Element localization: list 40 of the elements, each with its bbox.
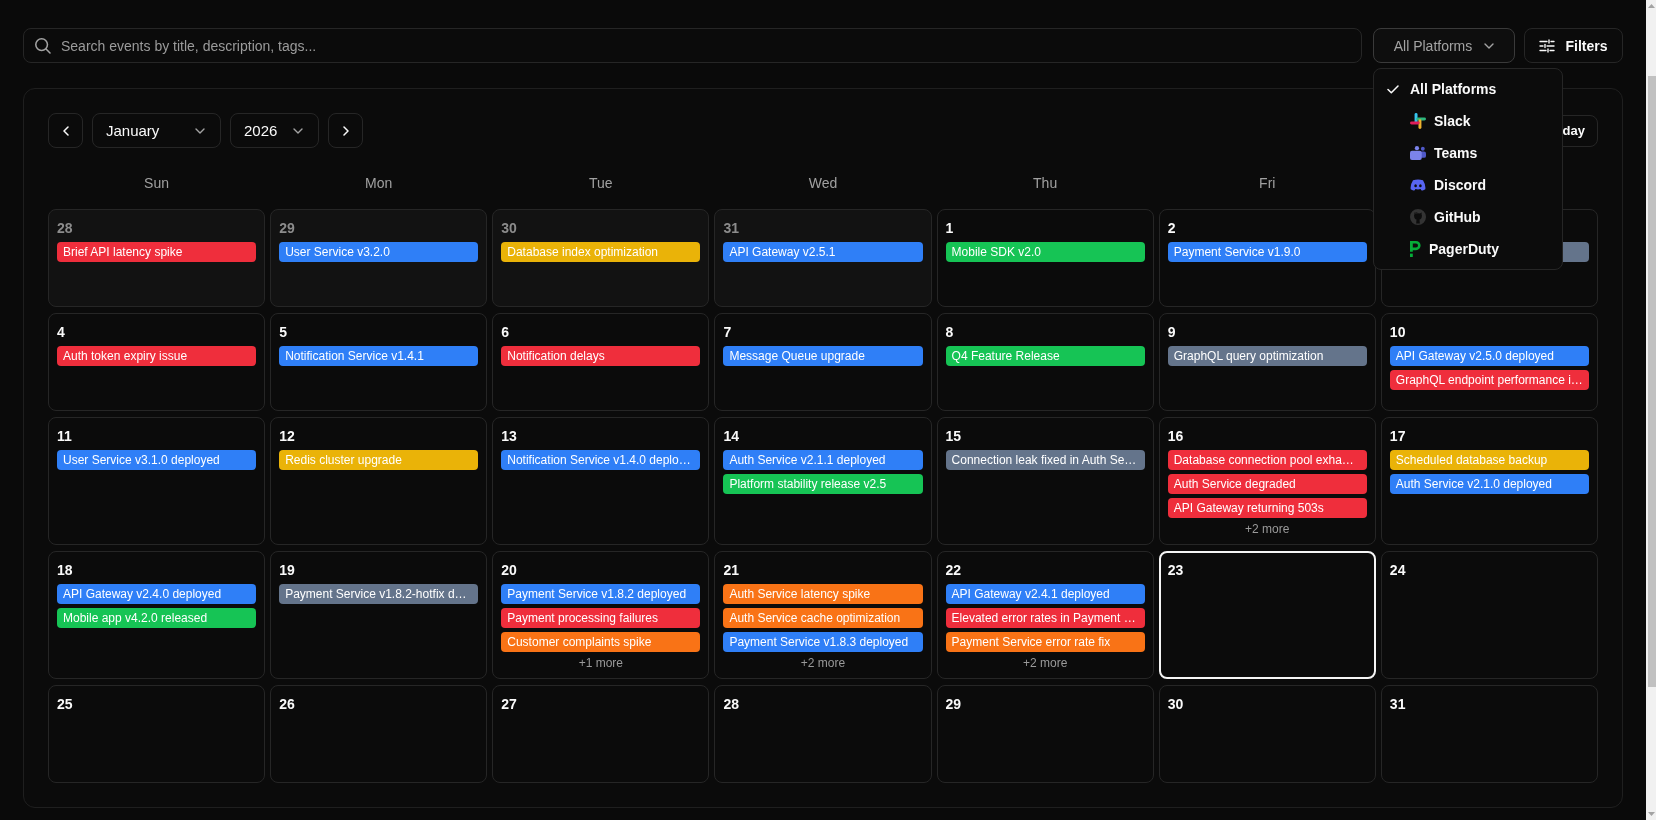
weekday-label: Tue bbox=[589, 175, 613, 191]
date-number: 7 bbox=[723, 323, 732, 342]
date-number: 5 bbox=[279, 323, 287, 342]
date-number: 12 bbox=[279, 427, 295, 446]
date-number: 20 bbox=[501, 561, 517, 580]
date-number: 1 bbox=[945, 219, 954, 238]
date-number: 16 bbox=[1167, 427, 1184, 446]
date-number: 17 bbox=[1389, 427, 1406, 446]
date-number: 6 bbox=[501, 323, 510, 342]
date-number: 30 bbox=[1167, 695, 1184, 714]
date-number: 9 bbox=[1167, 323, 1176, 342]
date-number: 29 bbox=[945, 695, 962, 714]
date-number: 26 bbox=[279, 695, 295, 714]
date-number: 28 bbox=[57, 219, 73, 238]
date-number: 4 bbox=[57, 323, 65, 342]
date-number: 29 bbox=[279, 219, 295, 238]
date-number: 8 bbox=[945, 323, 954, 342]
weekday-label: Wed bbox=[808, 175, 838, 191]
date-number: 24 bbox=[1389, 561, 1406, 580]
date-number: 30 bbox=[501, 219, 517, 238]
date-number: 25 bbox=[57, 695, 73, 714]
date-number: 18 bbox=[57, 561, 73, 580]
date-number: 15 bbox=[945, 427, 962, 446]
weekday-label: Sun bbox=[144, 175, 170, 191]
date-number: 19 bbox=[279, 561, 295, 580]
date-number: 10 bbox=[1389, 323, 1406, 342]
weekday-label: Fri bbox=[1259, 175, 1276, 191]
date-number: 13 bbox=[501, 427, 517, 446]
date-number: 28 bbox=[723, 695, 739, 714]
date-number: 27 bbox=[501, 695, 517, 714]
date-number: 23 bbox=[1167, 561, 1184, 580]
weekday-label: Thu bbox=[1033, 175, 1058, 191]
date-number: 31 bbox=[1389, 695, 1406, 714]
weekday-label: Mon bbox=[365, 175, 393, 191]
date-number: 22 bbox=[945, 561, 962, 580]
date-number: 21 bbox=[723, 561, 739, 580]
date-number: 11 bbox=[57, 427, 72, 446]
date-number: 14 bbox=[723, 427, 739, 446]
date-number: 2 bbox=[1167, 219, 1176, 238]
date-number: 31 bbox=[723, 219, 739, 238]
